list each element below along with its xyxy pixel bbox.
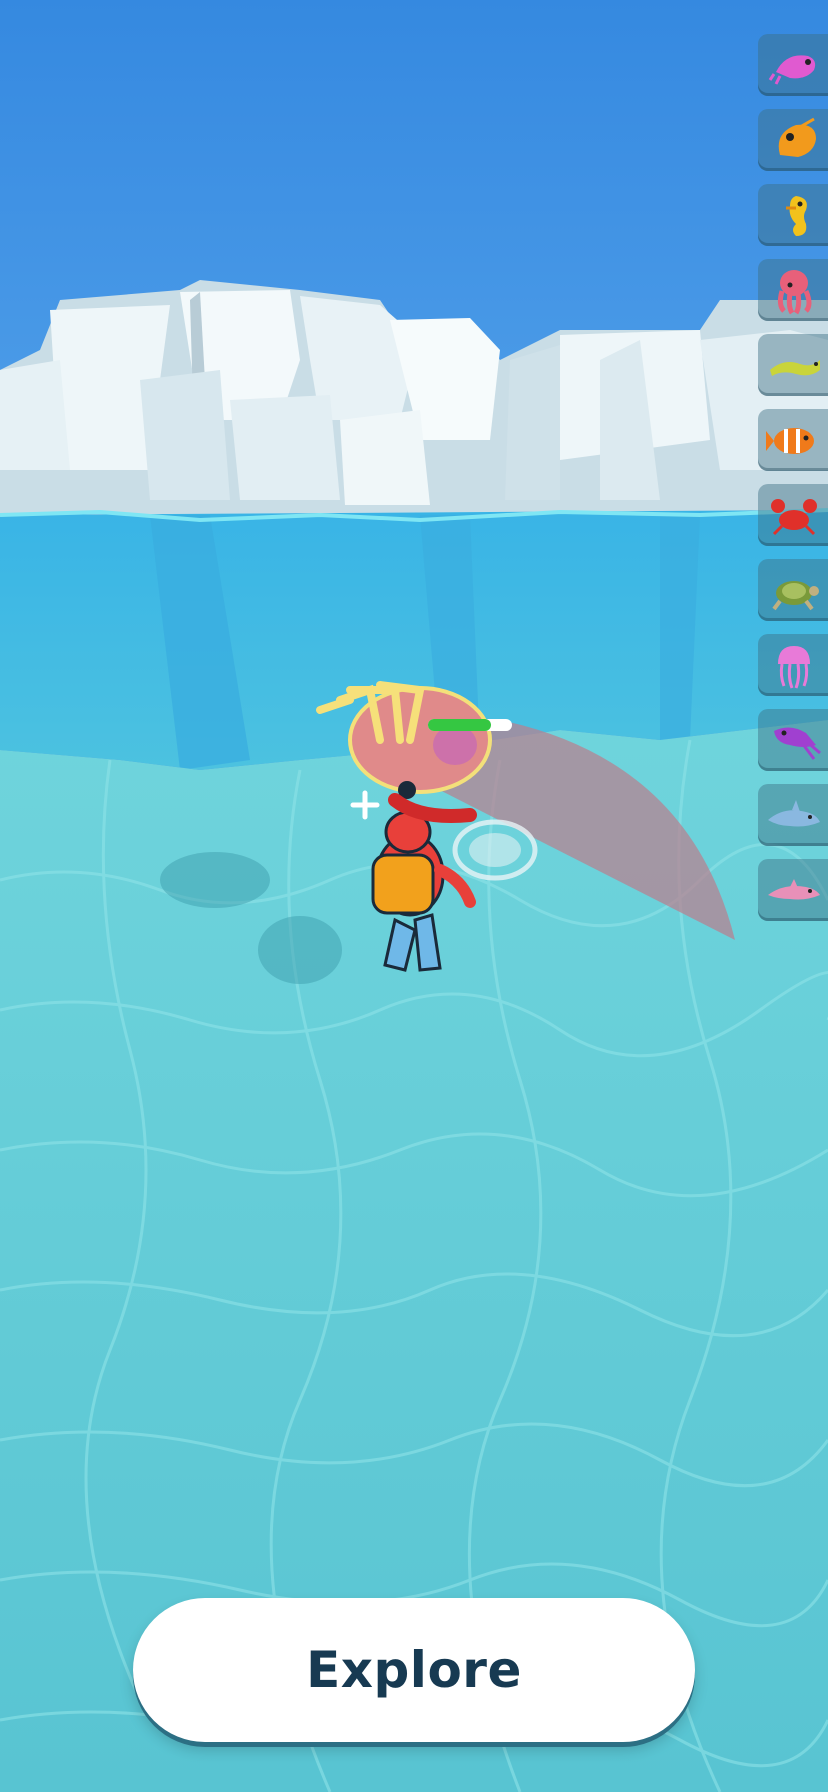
purple-squid-icon (774, 727, 821, 760)
yellow-eel-icon (770, 360, 820, 376)
creature-collection-sidebar (758, 34, 828, 934)
collection-slot[interactable] (758, 334, 828, 396)
pink-octopus-icon (777, 270, 812, 315)
collection-slot[interactable] (758, 559, 828, 621)
sea-turtle-icon (772, 581, 819, 611)
game-viewport[interactable]: Explore (0, 0, 828, 1792)
creature-health-bar (428, 719, 512, 731)
explore-button-label: Explore (306, 1641, 522, 1699)
clownfish-icon (766, 428, 814, 454)
collection-slot[interactable] (758, 709, 828, 771)
pink-dolphin-icon (768, 879, 820, 900)
red-crab-icon (771, 499, 817, 536)
collection-slot[interactable] (758, 859, 828, 921)
blue-dolphin-icon (768, 800, 820, 827)
collection-slot[interactable] (758, 184, 828, 246)
collection-slot[interactable] (758, 34, 828, 96)
collection-slot[interactable] (758, 259, 828, 321)
collection-slot[interactable] (758, 409, 828, 471)
collection-slot[interactable] (758, 784, 828, 846)
pink-jellyfish-icon (778, 646, 810, 689)
orange-shrimp-icon (778, 117, 816, 157)
collection-slot[interactable] (758, 109, 828, 171)
explore-button[interactable]: Explore (133, 1598, 695, 1742)
underwater-scene (0, 0, 828, 1792)
yellow-seahorse-icon (786, 196, 807, 236)
collection-slot[interactable] (758, 634, 828, 696)
pink-shrimp-icon (768, 55, 816, 85)
collection-slot[interactable] (758, 484, 828, 546)
